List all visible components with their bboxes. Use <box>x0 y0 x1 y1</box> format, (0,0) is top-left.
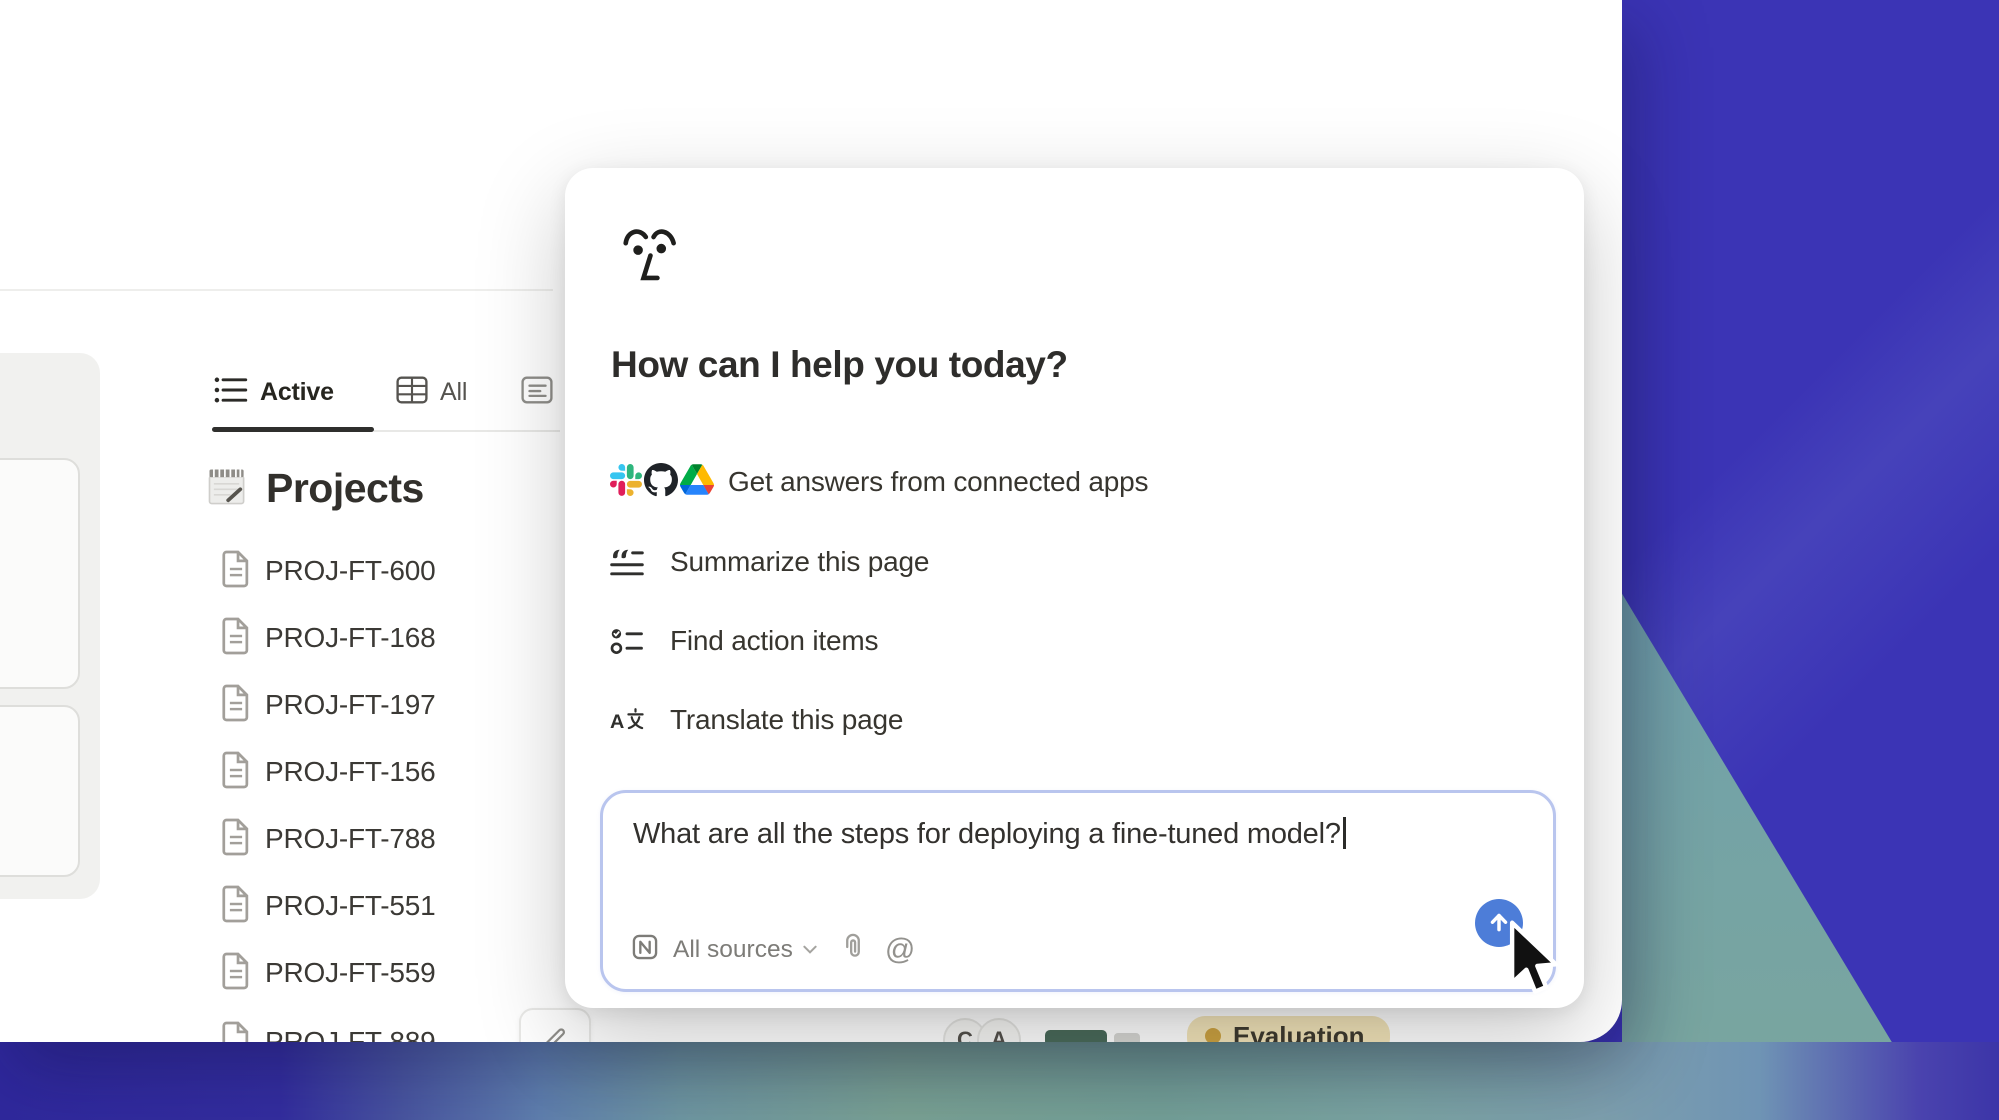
avatar[interactable]: A <box>977 1018 1021 1042</box>
page-title-text: Projects <box>266 465 424 512</box>
google-drive-icon <box>680 464 714 500</box>
left-panel-card <box>0 458 80 689</box>
status-badge-evaluation[interactable]: Evaluation <box>1187 1016 1390 1042</box>
project-row[interactable]: PROJ-FT-600 <box>219 551 436 591</box>
project-row[interactable]: PROJ-FT-197 <box>219 685 436 725</box>
suggestion-connected-apps[interactable]: Get answers from connected apps <box>610 456 1148 508</box>
document-icon <box>219 952 253 995</box>
attach-file-button[interactable] <box>839 932 867 967</box>
notepad-icon <box>204 464 248 513</box>
notion-ai-face-icon <box>620 220 684 293</box>
active-tab-underline <box>212 427 374 432</box>
progress-bar-segment <box>1114 1033 1140 1042</box>
header-divider <box>0 289 553 291</box>
wallpaper-bottom-band <box>0 1042 1999 1120</box>
tab-all-view[interactable]: All <box>396 372 467 412</box>
tab-label: Active <box>260 378 334 407</box>
project-row[interactable]: PROJ-FT-788 <box>219 819 436 859</box>
edit-button[interactable] <box>519 1008 591 1042</box>
document-icon <box>219 550 253 593</box>
project-row[interactable]: PROJ-FT-551 <box>219 886 436 926</box>
slack-icon <box>610 464 642 501</box>
tab-board-view[interactable] <box>521 372 553 412</box>
mention-button[interactable]: @ <box>885 933 915 967</box>
at-icon: @ <box>885 933 915 966</box>
table-view-icon <box>396 376 428 409</box>
document-icon <box>219 818 253 861</box>
chevron-down-icon <box>803 941 817 959</box>
source-selector[interactable]: All sources <box>631 933 817 966</box>
checklist-icon <box>610 626 644 656</box>
list-view-icon <box>214 375 248 410</box>
progress-bar-segment <box>1045 1030 1107 1042</box>
pencil-icon <box>540 1024 570 1043</box>
document-icon <box>219 751 253 794</box>
tab-row-divider <box>374 430 560 432</box>
svg-text:A: A <box>610 711 624 733</box>
badge-dot <box>1205 1028 1221 1042</box>
project-row[interactable]: PROJ-FT-156 <box>219 752 436 792</box>
document-icon <box>219 617 253 660</box>
tab-label: All <box>440 378 467 407</box>
project-row-partial[interactable]: PROJ-FT-889 <box>219 1022 436 1042</box>
notion-icon <box>631 933 659 966</box>
suggestion-summarize[interactable]: Summarize this page <box>610 536 929 588</box>
left-panel-card <box>0 705 80 877</box>
screen: Active All <box>0 0 1999 1120</box>
mouse-cursor <box>1506 920 1562 1007</box>
board-view-icon <box>521 376 553 409</box>
project-row[interactable]: PROJ-FT-168 <box>219 618 436 658</box>
assistant-greeting: How can I help you today? <box>611 344 1068 386</box>
composer-input[interactable]: What are all the steps for deploying a f… <box>633 817 1346 851</box>
text-caret <box>1343 817 1346 849</box>
suggestion-action-items[interactable]: Find action items <box>610 615 878 667</box>
document-icon <box>219 885 253 928</box>
quote-icon <box>610 547 644 578</box>
translate-icon: A <box>610 705 644 736</box>
github-icon <box>644 463 678 502</box>
tab-active-view[interactable]: Active <box>214 372 334 412</box>
suggestion-translate[interactable]: A Translate this page <box>610 694 903 746</box>
document-icon <box>219 684 253 727</box>
source-selector-label: All sources <box>673 936 793 964</box>
paperclip-icon <box>839 932 867 967</box>
project-row[interactable]: PROJ-FT-559 <box>219 953 436 993</box>
ai-assistant-modal: How can I help you today? <box>565 168 1584 1008</box>
document-icon <box>219 1021 253 1043</box>
page-title: Projects <box>204 464 424 513</box>
composer: What are all the steps for deploying a f… <box>600 790 1556 992</box>
